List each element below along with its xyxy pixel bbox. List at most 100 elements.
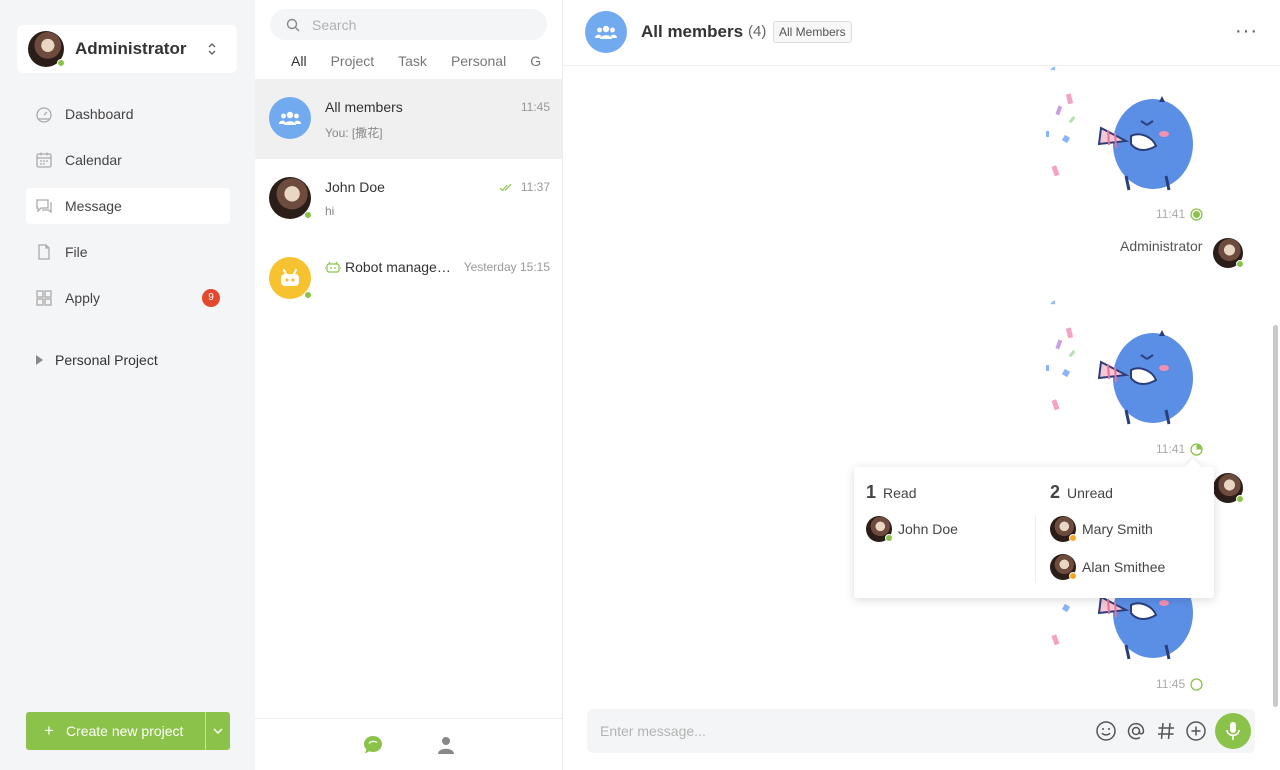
conversation-name: All members [325, 99, 403, 115]
conversation-name: John Doe [325, 179, 385, 195]
chat-panel: All members (4) All Members ··· 11:41 Ad… [563, 0, 1280, 770]
nav-label-message: Message [65, 198, 122, 214]
sticker-message[interactable] [1041, 66, 1196, 191]
search-box[interactable] [270, 9, 547, 40]
nav-item-message[interactable]: Message [26, 188, 230, 224]
search-input[interactable] [312, 16, 532, 33]
tab-project[interactable]: Project [331, 53, 375, 69]
chevron-down-icon [213, 728, 223, 734]
read-receipt-popup: 1 Read 2 Unread John Doe Mary Smith Alan… [854, 458, 1214, 598]
main-nav: Dashboard Calendar Message File Apply 9 [26, 96, 230, 326]
sender-avatar[interactable] [1213, 238, 1244, 268]
message-time: 11:45 [1156, 677, 1186, 691]
away-status-dot [1069, 572, 1077, 580]
conversation-time: 11:45 [520, 100, 550, 114]
message-composer [587, 709, 1255, 753]
chat-bubble-icon[interactable] [362, 734, 384, 756]
user-avatar [28, 31, 65, 67]
conversation-time: 11:37 [499, 180, 550, 194]
conversation-preview: hi [325, 204, 335, 218]
unread-count: 2 [1050, 482, 1061, 502]
file-icon [38, 244, 50, 260]
contact-avatar [269, 177, 312, 219]
microphone-icon [1226, 722, 1240, 740]
away-status-dot [1069, 534, 1077, 542]
create-project-button-group: + Create new project [26, 712, 230, 750]
create-project-button[interactable]: + Create new project [26, 712, 205, 750]
sticker-message[interactable] [1041, 300, 1196, 425]
chat-scrollbar[interactable] [1273, 325, 1278, 707]
message-time: 11:41 [1156, 207, 1186, 221]
tab-group[interactable]: G [530, 53, 541, 69]
read-complete-icon [1190, 207, 1203, 221]
bottom-tab-bar [255, 718, 562, 770]
mention-icon[interactable] [1125, 720, 1147, 742]
user-switcher[interactable]: Administrator [17, 25, 237, 73]
switch-chevron-icon[interactable] [207, 41, 237, 57]
conversation-item[interactable]: All members 11:45 You: [撒花] [255, 79, 562, 159]
online-status-dot [885, 534, 893, 542]
tab-task[interactable]: Task [398, 53, 427, 69]
celebrating-dinosaur-sticker [1046, 66, 1193, 191]
nav-item-apply[interactable]: Apply 9 [26, 280, 230, 316]
conversation-item[interactable]: John Doe 11:37 hi [255, 159, 562, 239]
robot-icon [281, 269, 299, 286]
online-status-dot [57, 59, 65, 67]
more-options-icon[interactable]: ··· [1235, 20, 1258, 43]
apply-icon [36, 290, 52, 306]
topic-hash-icon[interactable] [1155, 720, 1177, 742]
personal-project-label: Personal Project [55, 352, 158, 368]
group-icon [279, 111, 301, 125]
conversation-panel: All Project Task Personal G All members … [255, 0, 563, 770]
contacts-icon[interactable] [436, 735, 456, 755]
voice-record-button[interactable] [1215, 713, 1251, 749]
online-status-dot [1236, 260, 1244, 268]
sender-avatar[interactable] [1213, 473, 1244, 503]
read-member[interactable]: John Doe [866, 516, 958, 542]
emoji-icon[interactable] [1095, 720, 1117, 742]
popup-pointer [1184, 458, 1202, 476]
composer-tools [1095, 720, 1207, 742]
user-name: Administrator [75, 39, 187, 58]
partially-read-icon [1190, 442, 1203, 456]
create-project-dropdown[interactable] [205, 712, 230, 750]
add-attachment-icon[interactable] [1185, 720, 1207, 742]
message-status[interactable]: 11:41 [1156, 442, 1203, 456]
nav-item-calendar[interactable]: Calendar [26, 142, 230, 178]
conversation-tabs: All Project Task Personal G [272, 50, 562, 72]
create-project-label: Create new project [65, 723, 184, 739]
message-icon [36, 199, 52, 214]
nav-item-file[interactable]: File [26, 234, 230, 270]
unread-header: 2 Unread [1050, 482, 1113, 503]
online-status-dot [304, 211, 312, 219]
unread-label: Unread [1067, 485, 1113, 501]
tab-all[interactable]: All [291, 53, 307, 69]
message-time: 11:41 [1156, 442, 1186, 456]
member-name: Mary Smith [1082, 521, 1153, 537]
plus-icon: + [44, 721, 54, 740]
apply-badge: 9 [202, 289, 220, 307]
conversation-preview: You: [撒花] [325, 126, 383, 140]
tab-personal[interactable]: Personal [451, 53, 506, 69]
unread-member[interactable]: Alan Smithee [1050, 554, 1165, 580]
personal-project-toggle[interactable]: Personal Project [36, 352, 158, 368]
read-count: 1 [866, 482, 877, 502]
all-members-tag: All Members [773, 21, 852, 43]
conversation-item[interactable]: Robot manage… Yesterday 15:15 [255, 239, 562, 319]
sidebar: Administrator Dashboard Calendar Message… [0, 0, 255, 770]
unread-member[interactable]: Mary Smith [1050, 516, 1153, 542]
sender-name: Administrator [1120, 238, 1203, 254]
chat-header: All members (4) All Members ··· [563, 0, 1280, 66]
nav-label-apply: Apply [65, 290, 101, 306]
expand-triangle-icon [36, 355, 43, 365]
chat-title: All members [641, 22, 744, 41]
conversation-time: Yesterday 15:15 [463, 260, 550, 274]
chat-group-avatar [585, 11, 627, 53]
message-input[interactable] [600, 723, 1095, 739]
member-name: Alan Smithee [1082, 559, 1166, 575]
message-status: 11:41 [1156, 207, 1203, 221]
calendar-icon [36, 152, 52, 168]
nav-label-file: File [65, 244, 88, 260]
member-avatar [866, 516, 893, 542]
nav-item-dashboard[interactable]: Dashboard [26, 96, 230, 132]
